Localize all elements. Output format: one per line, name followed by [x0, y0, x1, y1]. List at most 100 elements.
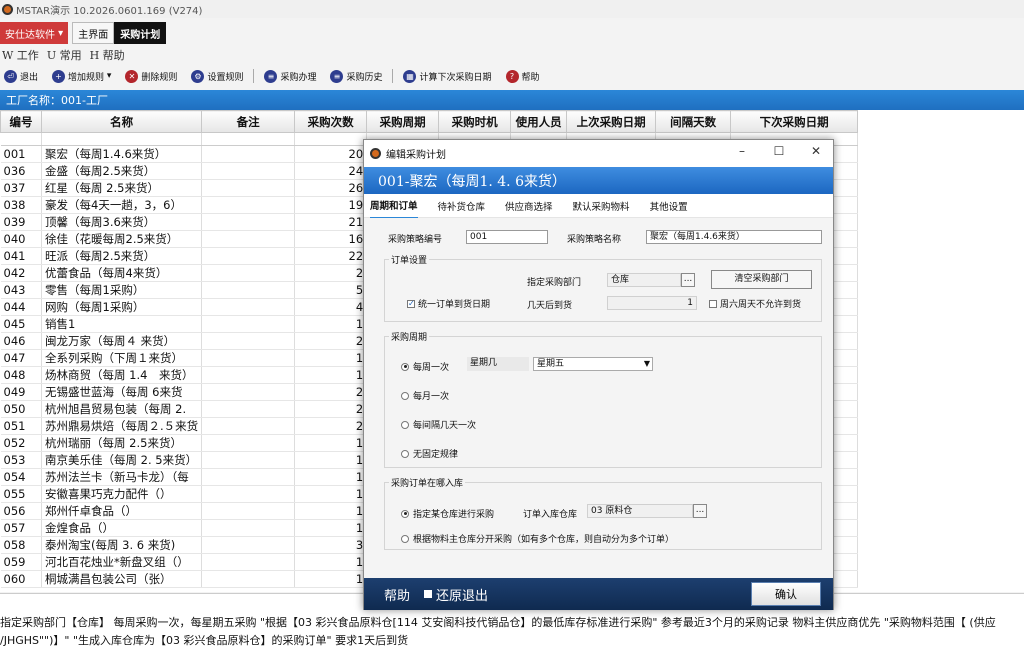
cell-note	[201, 451, 296, 469]
col-header-count[interactable]: 采购次数	[294, 110, 368, 133]
tab-cycle-order[interactable]: 周期和订单	[370, 193, 418, 219]
wh-browse-button[interactable]: ...	[693, 504, 707, 518]
cycle-monthly-radio[interactable]: 每月一次	[401, 389, 449, 402]
warehouse-title: 采购订单在哪入库	[389, 476, 466, 489]
wh-field[interactable]: 03 原料仓	[587, 504, 693, 518]
exit-icon: ⏎	[4, 69, 17, 83]
cell-code: 052	[0, 434, 42, 452]
tab-other-settings[interactable]: 其他设置	[650, 194, 688, 218]
wh-auto-radio[interactable]: 根据物料主仓库分开采购（如有多个仓库，则自动分为多个订单）	[401, 532, 674, 545]
purchase-process-button[interactable]: ≡ 采购办理	[260, 69, 316, 83]
cycle-title: 采购周期	[389, 330, 430, 343]
cell-code: 043	[0, 281, 42, 299]
cell-name: 全系列采购（下周１来货）	[41, 349, 203, 367]
unify-date-checkbox[interactable]: ✓ 统一订单到货日期	[407, 297, 490, 310]
restore-exit-checkbox[interactable]: 还原退出	[424, 585, 488, 604]
cell-code: 045	[0, 315, 42, 333]
col-header-name[interactable]: 名称	[40, 110, 203, 133]
cell-code: 046	[0, 332, 42, 350]
code-field[interactable]: 001	[466, 230, 548, 244]
col-header-next-date[interactable]: 下次采购日期	[730, 110, 859, 133]
cell-count: 1	[294, 468, 368, 486]
tab-default-material[interactable]: 默认采购物料	[573, 194, 630, 218]
tab-replenish-warehouse[interactable]: 待补货仓库	[438, 194, 486, 218]
tab-main[interactable]: 主界面	[72, 22, 115, 44]
cell-note	[201, 145, 296, 163]
maximize-icon[interactable]: ☐	[768, 144, 790, 162]
col-header-interval[interactable]: 间隔天数	[655, 110, 732, 133]
col-header-user[interactable]: 使用人员	[510, 110, 568, 133]
gear-icon: ⚙	[191, 69, 205, 83]
history-icon: ≡	[330, 69, 344, 83]
edit-plan-dialog: 编辑采购计划 – ☐ ✕ 001-聚宏（每周1. 4. 6来货） 周期和订单 待…	[363, 139, 834, 610]
help-link[interactable]: 帮助	[384, 585, 410, 604]
cell-code: 041	[0, 247, 42, 265]
cell-name: 桐城满昌包装公司（张）	[41, 570, 203, 588]
wh-specified-radio[interactable]: 指定某仓库进行采购	[401, 507, 494, 520]
tab-purchase-plan[interactable]: 采购计划	[114, 22, 167, 44]
cell-code: 049	[0, 383, 42, 401]
add-rule-button[interactable]: + 增加规则 ▾	[48, 69, 111, 83]
cell-code: 057	[0, 519, 42, 537]
cell-name: 河北百花烛业*新盘叉组（）	[41, 553, 203, 571]
brand-menu-button[interactable]: 安仕达软件 ▾	[0, 22, 69, 44]
cell-note	[201, 281, 296, 299]
cell-name: 炀林商贸（每周 1.4 来货）	[41, 366, 203, 384]
tab-supplier[interactable]: 供应商选择	[505, 194, 553, 218]
app-tabs: 安仕达软件 ▾ 主界面 采购计划	[0, 20, 1024, 44]
menu-common[interactable]: U 常用	[47, 47, 82, 63]
cycle-none-radio[interactable]: 无固定规律	[401, 447, 458, 460]
name-label: 采购策略名称	[567, 235, 622, 245]
dialog-titlebar: 编辑采购计划 – ☐ ✕	[364, 140, 833, 167]
menu-bar: W 工作 U 常用 H 帮助	[0, 47, 133, 63]
cell-note	[201, 179, 296, 197]
name-field[interactable]: 聚宏（每周1.4.6来货）	[646, 230, 822, 244]
exit-button[interactable]: ⏎ 退出	[0, 69, 38, 83]
cell-name: 无锡盛世蓝海（每周 6来货	[41, 383, 203, 401]
cell-name: 安徽喜果巧克力配件（）	[41, 485, 203, 503]
order-settings-title: 订单设置	[389, 253, 430, 266]
dept-browse-button[interactable]: ...	[681, 273, 695, 287]
cell-note	[201, 247, 296, 265]
menu-work[interactable]: W 工作	[2, 47, 39, 63]
cell-note	[201, 536, 296, 554]
cycle-interval-radio[interactable]: 每间隔几天一次	[401, 418, 476, 431]
set-rule-button[interactable]: ⚙ 设置规则	[187, 69, 243, 83]
cell-code: 050	[0, 400, 42, 418]
clear-dept-button[interactable]: 清空采购部门	[711, 270, 812, 289]
cycle-weekly-radio[interactable]: 每周一次	[401, 360, 449, 373]
cell-count: 1	[294, 451, 368, 469]
cell-code: 048	[0, 366, 42, 384]
cell-count: 1	[294, 570, 368, 588]
cell-note	[201, 519, 296, 537]
purchase-history-button[interactable]: ≡ 采购历史	[326, 69, 382, 83]
cell-count: 21	[294, 213, 368, 231]
cell-count: 1	[294, 315, 368, 333]
calc-next-date-button[interactable]: ▦ 计算下次采购日期	[399, 69, 492, 83]
factory-name-bar: 工厂名称：001-工厂	[0, 90, 1024, 110]
cell-name: 豪发（每4天一趟，3，6）	[41, 196, 203, 214]
cell-name: 杭州旭昌贸易包装（每周 2.	[41, 400, 203, 418]
close-icon[interactable]: ✕	[805, 144, 827, 162]
app-icon	[2, 3, 13, 15]
ok-button[interactable]: 确认	[751, 582, 821, 606]
col-header-note[interactable]: 备注	[201, 110, 296, 133]
cell-note	[201, 366, 296, 384]
cell-name: 旺派（每周2.5来货）	[41, 247, 203, 265]
add-icon: +	[52, 69, 66, 83]
col-header-timing[interactable]: 采购时机	[438, 110, 512, 133]
no-weekend-checkbox[interactable]: 周六周天不允许到货	[709, 297, 801, 310]
cell-count: 19	[294, 196, 368, 214]
help-button[interactable]: ? 帮助	[502, 69, 540, 83]
delete-rule-button[interactable]: ✕ 删除规则	[121, 69, 177, 83]
days-field[interactable]: 1	[607, 296, 697, 310]
minimize-icon[interactable]: –	[731, 144, 753, 162]
col-header-code[interactable]: 编号	[0, 110, 42, 133]
dept-field[interactable]: 仓库	[607, 273, 681, 287]
col-header-cycle[interactable]: 采购周期	[366, 110, 440, 133]
col-header-last-date[interactable]: 上次采购日期	[566, 110, 657, 133]
cell-note	[201, 383, 296, 401]
menu-help[interactable]: H 帮助	[90, 47, 125, 63]
cell-note	[201, 434, 296, 452]
weekday-select[interactable]: 星期五 ▼	[533, 357, 653, 371]
